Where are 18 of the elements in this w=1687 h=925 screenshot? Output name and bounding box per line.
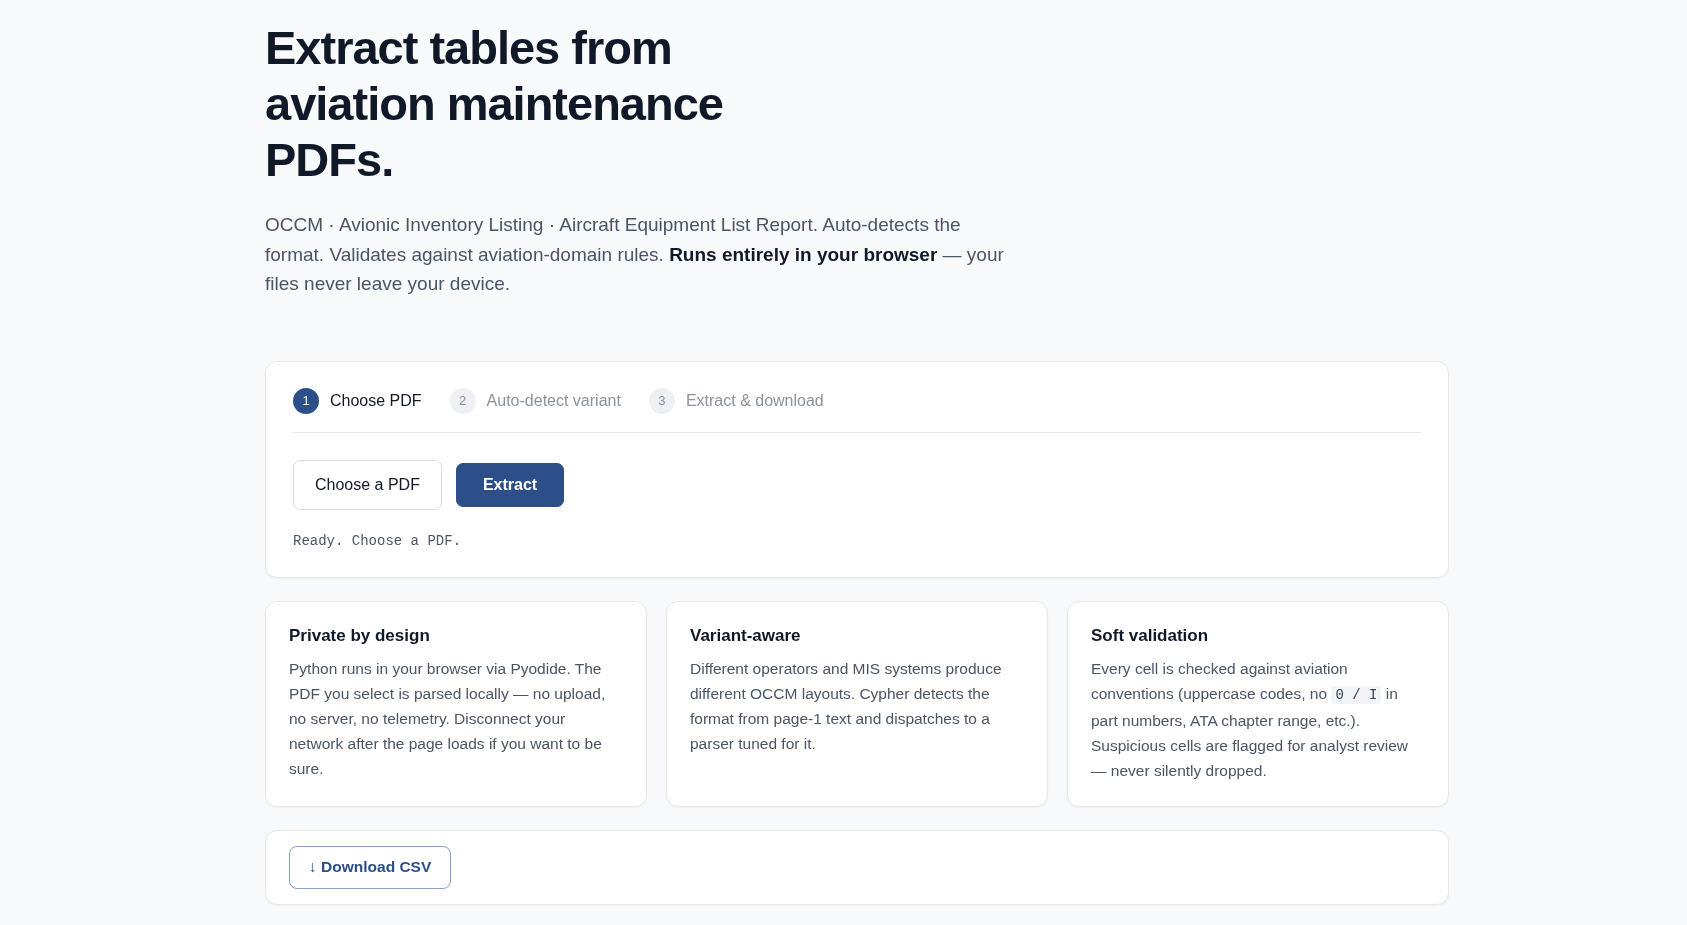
feature-title: Private by design	[289, 625, 431, 646]
status-text: Ready. Choose a PDF.	[293, 532, 463, 549]
step-number: 1	[293, 387, 319, 414]
feature-title: Soft validation	[1091, 625, 1210, 646]
step-label: Choose PDF	[330, 391, 422, 410]
step-number: 2	[449, 387, 476, 414]
step-label: Auto-detect variant	[486, 391, 621, 410]
intro-paragraph: OCCM · Avionic Inventory Listing · Aircraft Equipment List Report. Auto-detects the format. Validates against aviation-domain rules. Runs entirely in your browser — your files never leave your device.	[265, 213, 1005, 296]
feature-title: Variant-aware	[690, 625, 802, 646]
feature-text: Every cell is checked against aviation conventions (uppercase codes, no 0 / I in part numbers, ATA chapter range, etc.). Suspicious cells are flagged for analyst review — never silently dropped.	[1091, 658, 1410, 781]
feature-text: Python runs in your browser via Pyodide. The PDF you select is parsed locally — no upload, no server, no telemetry. Disconnect your network after the page loads if you want to be sure.	[289, 658, 607, 779]
page-title: Extract tables from aviation maintenance PDFs.	[265, 20, 724, 188]
download-button[interactable]: ↓ Download CSV	[289, 845, 452, 889]
step-number: 3	[648, 387, 675, 414]
extract-button[interactable]: Extract	[455, 462, 565, 507]
feature-text: Different operators and MIS systems produce different OCCM layouts. Cypher detects the format from page-1 text and dispatches to a parser tuned for it.	[690, 658, 1003, 754]
step-label: Extract & download	[685, 391, 824, 410]
choose-file-button[interactable]: Choose a PDF	[293, 459, 442, 510]
